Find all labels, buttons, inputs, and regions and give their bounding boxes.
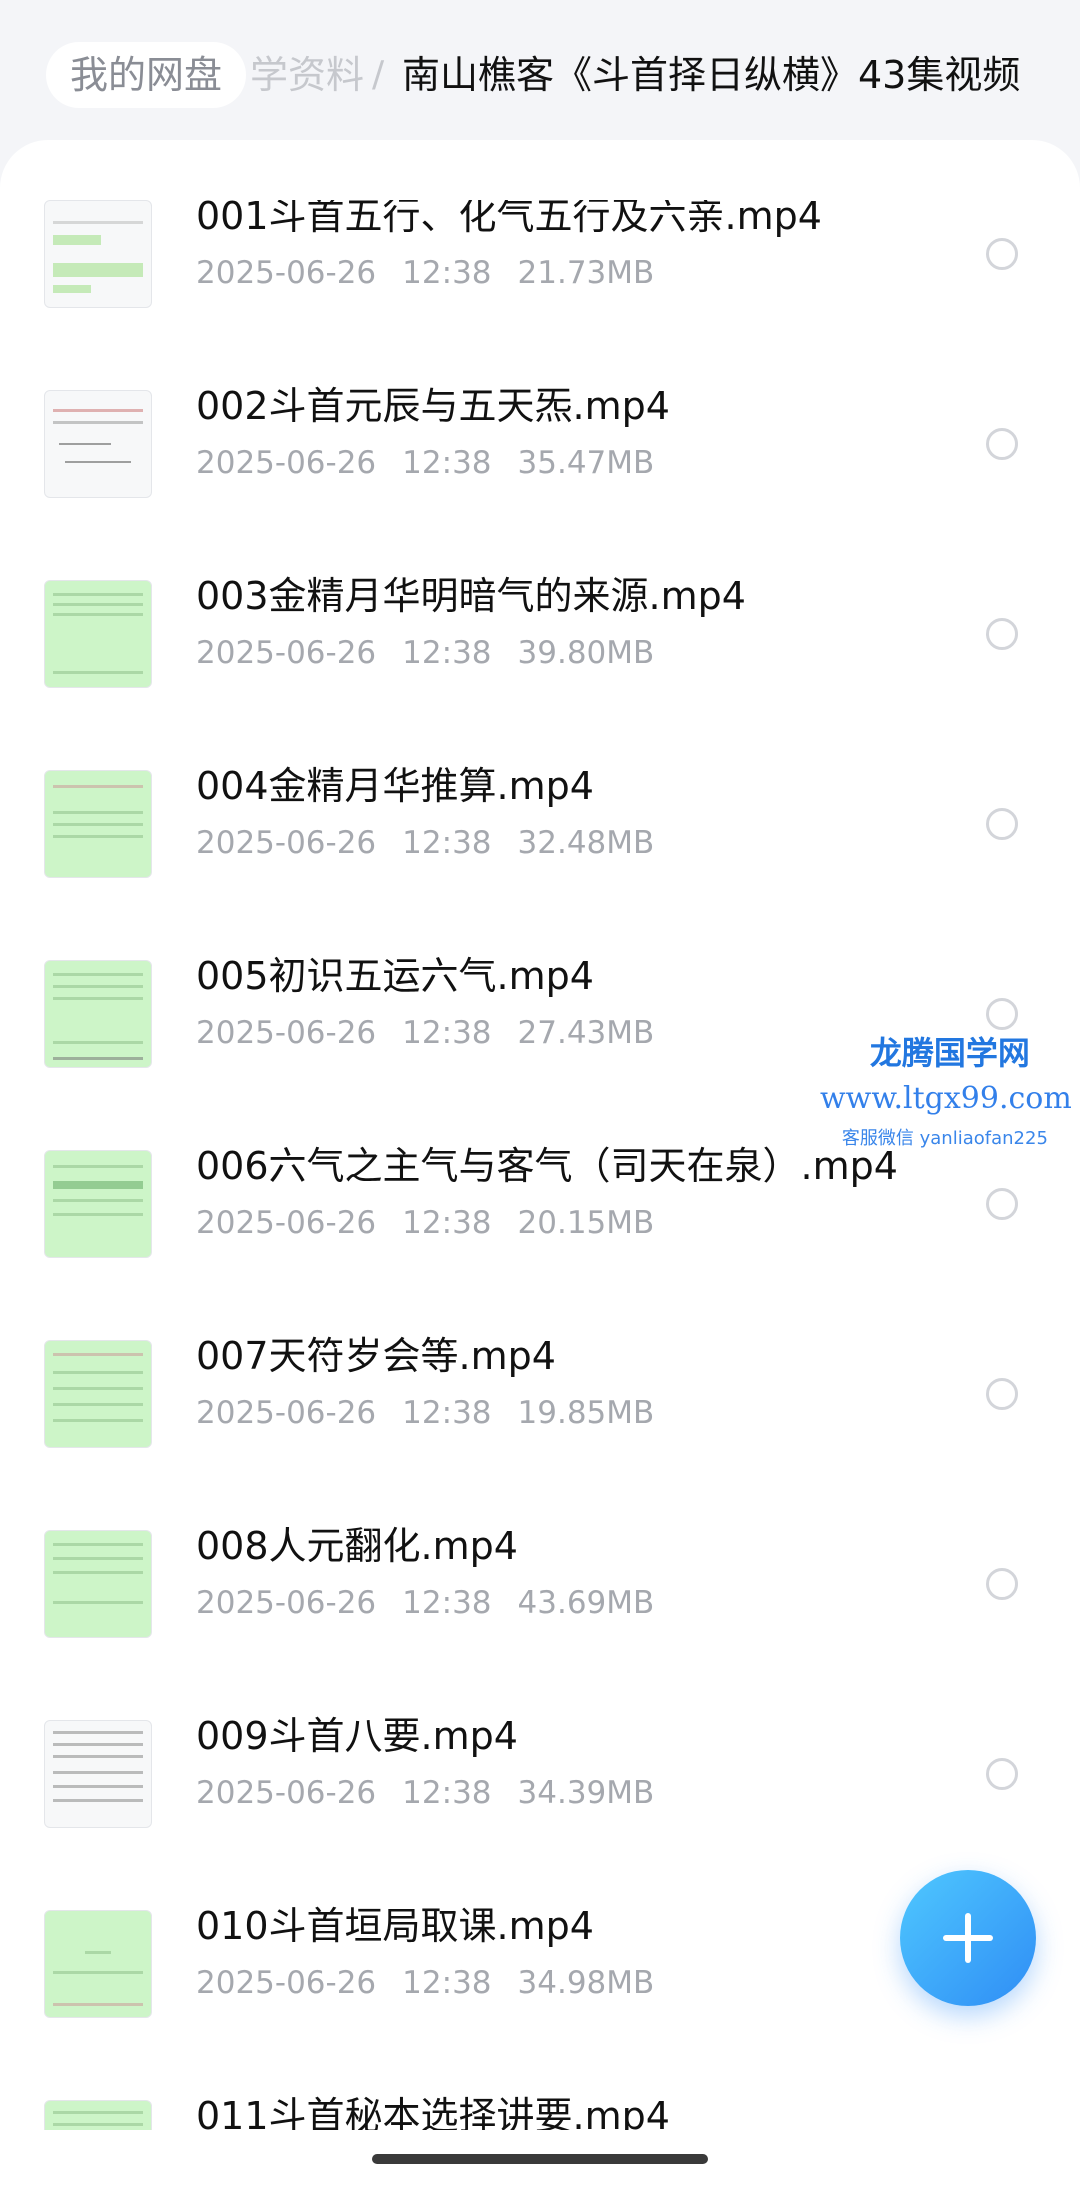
video-thumbnail	[44, 1530, 152, 1638]
list-item[interactable]: 001斗首五行、化气五行及六亲.mp4 2025-06-26 12:38 21.73…	[0, 200, 1080, 390]
file-size: 27.43MB	[517, 1015, 655, 1051]
home-indicator[interactable]	[372, 2154, 708, 2164]
list-item[interactable]: 008人元翻化.mp4 2025-06-26 12:38 43.69MB	[0, 1524, 1080, 1720]
file-time: 12:38	[402, 1775, 492, 1811]
file-size: 39.80MB	[517, 635, 655, 671]
list-item[interactable]: 003金精月华明暗气的来源.mp4 2025-06-26 12:38 39.80MB	[0, 574, 1080, 770]
add-button[interactable]	[900, 1870, 1036, 2006]
list-item[interactable]: 009斗首八要.mp4 2025-06-26 12:38 34.39MB	[0, 1714, 1080, 1910]
file-size: 20.15MB	[517, 1205, 655, 1241]
video-thumbnail	[44, 1910, 152, 2018]
file-meta: 2025-06-26 12:38 34.39MB	[196, 1770, 680, 1816]
list-item[interactable]: 002斗首元辰与五天炁.mp4 2025-06-26 12:38 35.47MB	[0, 384, 1080, 580]
video-thumbnail	[44, 960, 152, 1068]
file-meta: 2025-06-26 12:38 39.80MB	[196, 630, 680, 676]
file-name: 009斗首八要.mp4	[196, 1714, 518, 1758]
file-name: 003金精月华明暗气的来源.mp4	[196, 574, 746, 618]
file-name: 011斗首秘本选择讲要.mp4	[196, 2094, 670, 2130]
file-meta: 2025-06-26 12:38 35.47MB	[196, 440, 680, 486]
select-radio[interactable]	[986, 808, 1018, 840]
video-thumbnail	[44, 770, 152, 878]
file-date: 2025-06-26	[196, 1015, 377, 1051]
file-date: 2025-06-26	[196, 445, 377, 481]
file-name: 008人元翻化.mp4	[196, 1524, 518, 1568]
file-date: 2025-06-26	[196, 1775, 377, 1811]
breadcrumb-current-folder: 南山樵客《斗首择日纵横》43集视频	[402, 53, 1021, 97]
file-date: 2025-06-26	[196, 1205, 377, 1241]
file-list[interactable]: 001斗首五行、化气五行及六亲.mp4 2025-06-26 12:38 21.73…	[0, 200, 1080, 2130]
select-radio[interactable]	[986, 1188, 1018, 1220]
file-time: 12:38	[402, 1585, 492, 1621]
top-bar: 学资料 我的网盘 / 南山樵客《斗首择日纵横》43集视频	[0, 0, 1080, 150]
video-thumbnail	[44, 2100, 152, 2130]
list-item[interactable]: 006六气之主气与客气（司天在泉）.mp4 2025-06-26 12:38 20.…	[0, 1144, 1080, 1340]
list-item[interactable]: 007天符岁会等.mp4 2025-06-26 12:38 19.85MB	[0, 1334, 1080, 1530]
list-item[interactable]: 005初识五运六气.mp4 2025-06-26 12:38 27.43MB	[0, 954, 1080, 1150]
file-time: 12:38	[402, 445, 492, 481]
file-name: 010斗首垣局取课.mp4	[196, 1904, 594, 1948]
file-time: 12:38	[402, 1965, 492, 2001]
file-size: 34.39MB	[517, 1775, 655, 1811]
file-size: 21.73MB	[517, 255, 655, 291]
file-meta: 2025-06-26 12:38 32.48MB	[196, 820, 680, 866]
breadcrumb-parent[interactable]: 学资料	[250, 42, 364, 108]
file-meta: 2025-06-26 12:38 21.73MB	[196, 250, 680, 296]
file-time: 12:38	[402, 1395, 492, 1431]
file-time: 12:38	[402, 635, 492, 671]
file-name: 006六气之主气与客气（司天在泉）.mp4	[196, 1144, 898, 1188]
list-item[interactable]: 011斗首秘本选择讲要.mp4	[0, 2094, 1080, 2130]
file-size: 35.47MB	[517, 445, 655, 481]
breadcrumb-root[interactable]: 我的网盘	[46, 42, 247, 108]
breadcrumb-separator: /	[372, 54, 385, 95]
file-size: 32.48MB	[517, 825, 655, 861]
file-date: 2025-06-26	[196, 1965, 377, 2001]
file-meta: 2025-06-26 12:38 34.98MB	[196, 1960, 680, 2006]
file-size: 43.69MB	[517, 1585, 655, 1621]
file-date: 2025-06-26	[196, 1395, 377, 1431]
file-date: 2025-06-26	[196, 255, 377, 291]
video-thumbnail	[44, 200, 152, 308]
select-radio[interactable]	[986, 1568, 1018, 1600]
file-meta: 2025-06-26 12:38 20.15MB	[196, 1200, 680, 1246]
select-radio[interactable]	[986, 1378, 1018, 1410]
file-name: 004金精月华推算.mp4	[196, 764, 594, 808]
file-name: 007天符岁会等.mp4	[196, 1334, 556, 1378]
select-radio[interactable]	[986, 998, 1018, 1030]
file-meta: 2025-06-26 12:38 43.69MB	[196, 1580, 680, 1626]
video-thumbnail	[44, 1720, 152, 1828]
file-date: 2025-06-26	[196, 635, 377, 671]
select-radio[interactable]	[986, 618, 1018, 650]
file-date: 2025-06-26	[196, 825, 377, 861]
select-radio[interactable]	[986, 428, 1018, 460]
file-time: 12:38	[402, 1205, 492, 1241]
file-size: 34.98MB	[517, 1965, 655, 2001]
file-size: 19.85MB	[517, 1395, 655, 1431]
file-time: 12:38	[402, 255, 492, 291]
file-name: 005初识五运六气.mp4	[196, 954, 594, 998]
file-name: 002斗首元辰与五天炁.mp4	[196, 384, 670, 428]
file-meta: 2025-06-26 12:38 19.85MB	[196, 1390, 680, 1436]
select-radio[interactable]	[986, 1758, 1018, 1790]
video-thumbnail	[44, 390, 152, 498]
video-thumbnail	[44, 1150, 152, 1258]
video-thumbnail	[44, 580, 152, 688]
file-name: 001斗首五行、化气五行及六亲.mp4	[196, 200, 822, 238]
video-thumbnail	[44, 1340, 152, 1448]
file-time: 12:38	[402, 1015, 492, 1051]
select-radio[interactable]	[986, 238, 1018, 270]
list-item[interactable]: 004金精月华推算.mp4 2025-06-26 12:38 32.48MB	[0, 764, 1080, 960]
file-meta: 2025-06-26 12:38 27.43MB	[196, 1010, 680, 1056]
file-date: 2025-06-26	[196, 1585, 377, 1621]
file-time: 12:38	[402, 825, 492, 861]
